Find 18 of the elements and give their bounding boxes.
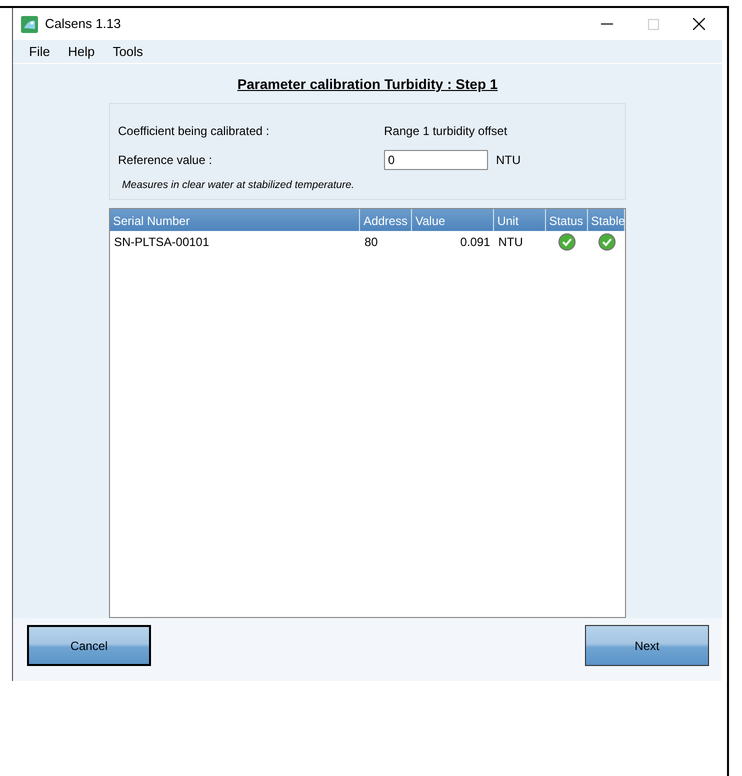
hint-text: Measures in clear water at stabilized temperature. <box>121 178 356 193</box>
table-cell-text: 80 <box>363 234 379 251</box>
table-cell-text: 0.091 <box>459 234 492 251</box>
menu-item[interactable]: Tools <box>112 42 144 62</box>
reference-input[interactable]: 0 <box>384 150 488 170</box>
menu-item[interactable]: File <box>29 42 50 62</box>
menu-item[interactable]: Help <box>68 42 95 62</box>
field-label: Reference value : <box>118 152 214 168</box>
window-title: Calsens 1.13 <box>45 15 121 34</box>
unit-label: NTU <box>496 152 521 168</box>
cancel-button[interactable]: Cancel <box>27 625 151 666</box>
page-heading: Parameter calibration Turbidity : Step 1 <box>237 76 498 92</box>
app-icon <box>21 16 38 32</box>
next-button[interactable]: Next <box>585 625 709 666</box>
coefficient-value: Range 1 turbidity offset <box>384 122 508 140</box>
table-cell-text: NTU <box>497 234 524 251</box>
table-cell-text: SN-PLTSA-00101 <box>113 234 210 251</box>
field-label: Coefficient being calibrated : <box>118 122 270 140</box>
